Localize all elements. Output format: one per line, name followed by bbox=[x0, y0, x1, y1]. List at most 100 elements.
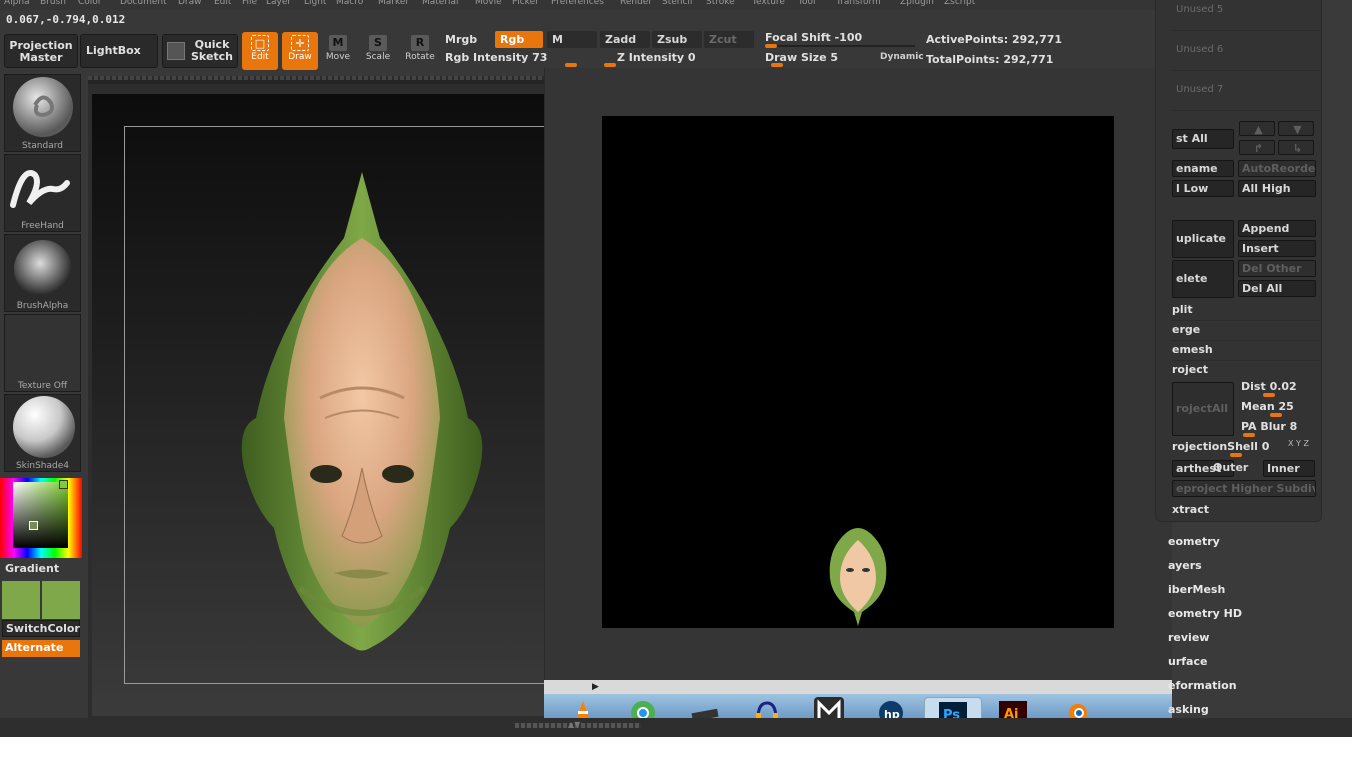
mean-knob[interactable] bbox=[1270, 413, 1282, 417]
stroke-freehand-tile[interactable]: FreeHand bbox=[4, 154, 81, 232]
menu-layer[interactable]: Layer bbox=[266, 0, 291, 7]
section-review[interactable]: review bbox=[1168, 631, 1209, 644]
merge-section[interactable]: erge bbox=[1172, 321, 1200, 339]
reproject-higher-subdiv-button[interactable]: eproject Higher Subdiv bbox=[1172, 480, 1316, 497]
dynamic-toggle[interactable]: Dynamic bbox=[880, 52, 924, 62]
menu-marker[interactable]: Marker bbox=[378, 0, 409, 7]
subtool-slot-unused-7[interactable]: Unused 7 bbox=[1176, 84, 1223, 95]
extract-section[interactable]: xtract bbox=[1172, 501, 1209, 519]
inner-button[interactable]: Inner bbox=[1263, 460, 1315, 477]
focal-shift-slider[interactable]: Focal Shift -100 bbox=[765, 31, 862, 44]
menu-movie[interactable]: Movie bbox=[475, 0, 502, 7]
color-picker[interactable] bbox=[0, 478, 82, 558]
draw-tool-button[interactable]: ✛ Draw bbox=[282, 32, 318, 70]
menu-texture[interactable]: Texture bbox=[752, 0, 785, 7]
menu-stroke[interactable]: Stroke bbox=[706, 0, 735, 7]
rgb-intensity-slider[interactable]: Rgb Intensity 73 bbox=[445, 51, 547, 64]
draw-size-knob[interactable] bbox=[771, 63, 783, 67]
move-down-icon[interactable]: ↳ bbox=[1278, 140, 1314, 155]
material-tile[interactable]: SkinShade4 bbox=[4, 394, 81, 472]
del-other-button[interactable]: Del Other bbox=[1238, 260, 1316, 277]
projection-master-button[interactable]: Projection Master bbox=[4, 34, 78, 68]
rename-button[interactable]: ename bbox=[1172, 160, 1234, 177]
remesh-section[interactable]: emesh bbox=[1172, 341, 1213, 359]
move-up-icon[interactable]: ↱ bbox=[1239, 140, 1275, 155]
split-section[interactable]: plit bbox=[1172, 301, 1193, 319]
main-color-swatch[interactable] bbox=[2, 581, 40, 619]
mrgb-label[interactable]: Mrgb bbox=[445, 33, 477, 46]
dist-knob[interactable] bbox=[1263, 393, 1275, 397]
menu-zscript[interactable]: Zscript bbox=[944, 0, 975, 7]
tablet-icon[interactable] bbox=[690, 697, 720, 720]
color-picker-square[interactable] bbox=[13, 482, 68, 548]
secondary-color-swatch[interactable] bbox=[42, 581, 80, 619]
brush-standard-tile[interactable]: Standard bbox=[4, 74, 81, 152]
menu-color[interactable]: Color bbox=[78, 0, 102, 7]
menu-alpha[interactable]: Alpha bbox=[4, 0, 30, 7]
color-picker-cursor[interactable] bbox=[29, 521, 38, 530]
m-toggle[interactable]: M bbox=[547, 31, 597, 48]
auto-reorder-button[interactable]: AutoReorder bbox=[1238, 160, 1316, 177]
menu-picker[interactable]: Picker bbox=[512, 0, 539, 7]
headphones-icon[interactable] bbox=[752, 697, 782, 720]
menu-macro[interactable]: Macro bbox=[336, 0, 363, 7]
menu-brush[interactable]: Brush bbox=[40, 0, 66, 7]
menu-draw[interactable]: Draw bbox=[178, 0, 202, 7]
section-eformation[interactable]: eformation bbox=[1168, 679, 1237, 692]
alternate-button[interactable]: Alternate bbox=[2, 640, 80, 657]
scale-tool-button[interactable]: S Scale bbox=[360, 32, 396, 70]
hp-icon[interactable]: hp bbox=[876, 697, 906, 720]
menu-tool[interactable]: Tool bbox=[798, 0, 815, 7]
zsub-toggle[interactable]: Zsub bbox=[652, 31, 702, 48]
switch-color-button[interactable]: SwitchColor bbox=[2, 620, 80, 637]
all-high-button[interactable]: All High bbox=[1238, 180, 1316, 197]
rotate-tool-button[interactable]: R Rotate bbox=[402, 32, 438, 70]
menu-edit[interactable]: Edit bbox=[214, 0, 231, 7]
menu-render[interactable]: Render bbox=[620, 0, 652, 7]
gradient-label[interactable]: Gradient bbox=[5, 562, 59, 575]
edit-tool-button[interactable]: □ Edit bbox=[242, 32, 278, 70]
project-all-button[interactable]: rojectAll bbox=[1172, 382, 1234, 436]
vlc-icon[interactable] bbox=[568, 697, 598, 720]
section-ayers[interactable]: ayers bbox=[1168, 559, 1202, 572]
menu-file[interactable]: File bbox=[242, 0, 257, 7]
insert-button[interactable]: Insert bbox=[1238, 240, 1316, 257]
mean-slider[interactable]: Mean 25 bbox=[1241, 400, 1294, 413]
move-tool-button[interactable]: M Move bbox=[320, 32, 356, 70]
blender-icon[interactable] bbox=[1062, 697, 1092, 720]
menu-document[interactable]: Document bbox=[120, 0, 167, 7]
rgb-intensity-knob[interactable] bbox=[565, 63, 577, 67]
hue-cursor[interactable] bbox=[59, 480, 68, 489]
menu-material[interactable]: Material bbox=[422, 0, 459, 7]
z-intensity-knob[interactable] bbox=[604, 63, 616, 67]
project-section[interactable]: roject bbox=[1172, 361, 1208, 379]
arrow-up-icon[interactable]: ▲ bbox=[1239, 121, 1275, 136]
alien-head-model[interactable] bbox=[230, 168, 492, 678]
pa-blur-slider[interactable]: PA Blur 8 bbox=[1241, 420, 1297, 433]
texture-tile[interactable]: Texture Off bbox=[4, 314, 81, 392]
lightbox-button[interactable]: LightBox bbox=[80, 34, 158, 68]
menu-preferences[interactable]: Preferences bbox=[551, 0, 604, 7]
all-low-button[interactable]: l Low bbox=[1172, 180, 1234, 197]
section-urface[interactable]: urface bbox=[1168, 655, 1207, 668]
menu-light[interactable]: Light bbox=[304, 0, 326, 7]
menu-transform[interactable]: Transform bbox=[836, 0, 881, 7]
subtool-slot-unused-5[interactable]: Unused 5 bbox=[1176, 4, 1223, 15]
del-all-button[interactable]: Del All bbox=[1238, 280, 1316, 297]
menu-zplugin[interactable]: Zplugin bbox=[900, 0, 934, 7]
section-asking[interactable]: asking bbox=[1168, 703, 1209, 716]
chrome-icon[interactable] bbox=[628, 697, 658, 720]
zadd-toggle[interactable]: Zadd bbox=[600, 31, 650, 48]
dist-slider[interactable]: Dist 0.02 bbox=[1241, 380, 1297, 393]
zcut-toggle[interactable]: Zcut bbox=[704, 31, 754, 48]
subtool-slot-unused-6[interactable]: Unused 6 bbox=[1176, 44, 1223, 55]
section-ibermesh[interactable]: iberMesh bbox=[1168, 583, 1225, 596]
pa-blur-knob[interactable] bbox=[1243, 433, 1255, 437]
arrow-down-icon[interactable]: ▼ bbox=[1278, 121, 1314, 136]
focal-shift-knob[interactable] bbox=[765, 44, 777, 48]
delete-button[interactable]: elete bbox=[1172, 260, 1234, 298]
z-intensity-slider[interactable]: Z Intensity 0 bbox=[617, 51, 696, 64]
section-eometry-hd[interactable]: eometry HD bbox=[1168, 607, 1242, 620]
list-all-button[interactable]: st All bbox=[1172, 129, 1234, 149]
expand-arrows-icon[interactable]: ▲▼ bbox=[568, 720, 580, 729]
